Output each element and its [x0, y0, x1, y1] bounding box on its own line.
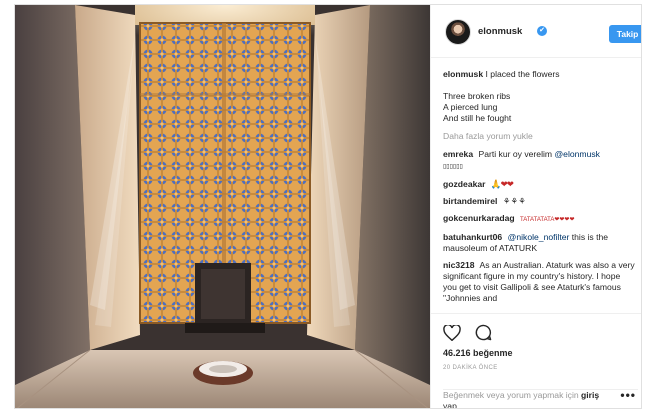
login-prompt-suffix: yap.	[443, 401, 460, 409]
post-timestamp: 20 DAKİKA ÖNCE	[443, 365, 498, 371]
caption-poem: Three broken ribs A pierced lung And sti…	[443, 91, 635, 124]
comments-list: elonmusk I placed the flowers Three brok…	[443, 69, 635, 310]
comment-item: emreka Parti kur oy verelim @elonmusk ▯▯…	[443, 149, 635, 173]
caption-text: I placed the flowers	[485, 69, 560, 79]
poem-line: Three broken ribs	[443, 91, 511, 101]
comment-text-extra: ▯▯▯▯▯▯	[443, 164, 463, 170]
comment-item: batuhankurt06 @nikole_nofilter this is t…	[443, 232, 635, 254]
comment-item: nic3218 As an Australian. Ataturk was al…	[443, 260, 635, 304]
author-username[interactable]: elonmusk	[478, 26, 522, 37]
post-header: elonmusk ✔ Takip Et	[431, 5, 641, 58]
comment-text: Parti kur oy verelim	[478, 149, 553, 159]
load-more-comments-link[interactable]: Daha fazla yorum yukle	[443, 131, 635, 142]
comment-text: 🙏❤❤	[490, 179, 514, 189]
comment-item: gokcenurkaradag TATATATATA❤❤❤❤	[443, 213, 635, 226]
comment-mention[interactable]: @elonmusk	[554, 149, 600, 159]
login-to-comment: Beğenmek veya yorum yapmak için giriş ya…	[443, 389, 638, 409]
comment-text: TATATATATA❤❤❤❤	[520, 217, 575, 223]
comment-username[interactable]: gokcenurkaradag	[443, 213, 515, 223]
comment-username[interactable]: batuhankurt06	[443, 232, 502, 242]
post-photo[interactable]	[15, 5, 430, 408]
comment-item: gozdeakar 🙏❤❤	[443, 179, 635, 190]
instagram-post-card: elonmusk ✔ Takip Et elonmusk I placed th…	[14, 4, 642, 409]
follow-button[interactable]: Takip Et	[609, 25, 641, 43]
poem-line: And still he fought	[443, 113, 512, 123]
likes-count[interactable]: 46.216 beğenme	[443, 348, 513, 358]
login-link[interactable]: giriş	[581, 390, 599, 400]
comment-username[interactable]: emreka	[443, 149, 473, 159]
comment-bubble-icon[interactable]	[475, 324, 492, 341]
verified-badge-icon: ✔	[537, 26, 547, 36]
post-sidebar: elonmusk ✔ Takip Et elonmusk I placed th…	[430, 5, 641, 409]
more-options-icon[interactable]: •••	[620, 388, 636, 402]
mausoleum-photo	[15, 5, 430, 408]
comment-text: ⚘⚘⚘	[502, 196, 526, 206]
comment-username[interactable]: birtandemirel	[443, 196, 497, 206]
heart-icon[interactable]	[443, 325, 461, 341]
post-caption: elonmusk I placed the flowers	[443, 69, 635, 80]
comment-mention[interactable]: @nikole_nofilter	[508, 232, 570, 242]
post-actions: 46.216 beğenme 20 DAKİKA ÖNCE Beğenmek v…	[431, 313, 641, 409]
comment-username[interactable]: gozdeakar	[443, 179, 486, 189]
login-prompt-text: Beğenmek veya yorum yapmak için	[443, 390, 579, 400]
comment-username[interactable]: nic3218	[443, 260, 475, 270]
poem-line: A pierced lung	[443, 102, 498, 112]
caption-username[interactable]: elonmusk	[443, 69, 483, 79]
comment-item: birtandemirel ⚘⚘⚘	[443, 196, 635, 207]
action-icons	[443, 324, 502, 344]
avatar[interactable]	[445, 19, 471, 45]
